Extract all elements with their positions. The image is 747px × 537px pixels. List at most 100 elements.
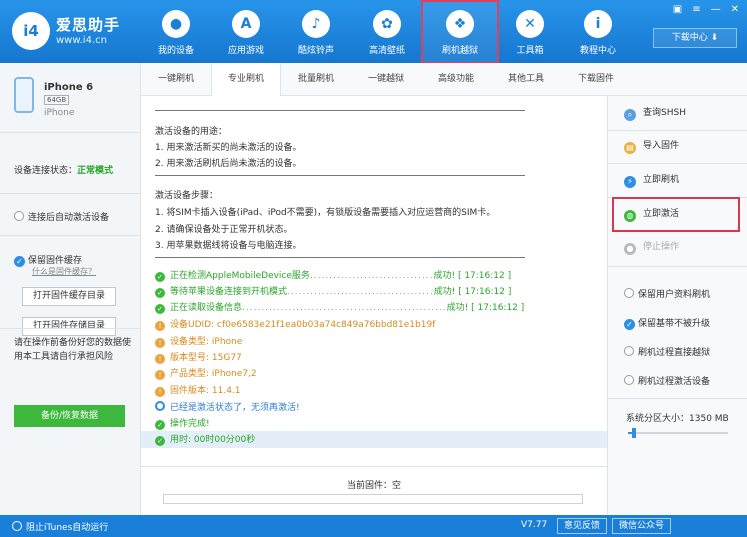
partition-slider[interactable] [628, 428, 728, 438]
globe-icon: ◍ [624, 210, 636, 222]
radio-icon[interactable] [12, 521, 22, 531]
flower-icon: ✿ [373, 10, 401, 38]
device-model: iPhone [44, 108, 75, 118]
connection-status: 设备连接状态：正常模式 [14, 163, 113, 176]
tab-pro-flash[interactable]: 专业刷机 [211, 63, 281, 97]
log-line: ! 版本型号: 15G77 [155, 350, 242, 366]
tab-advanced[interactable]: 高级功能 [421, 63, 491, 96]
log-line: ✓ 用时: 00时00分00秒 [155, 432, 255, 448]
keep-cache-option[interactable]: ✓ 保留固件缓存 [14, 253, 82, 267]
step-line: 2. 请确保设备处于正常开机状态。 [155, 225, 293, 235]
nav-label: 刷机越狱 [441, 46, 478, 56]
close-icon[interactable]: ✕ [731, 4, 739, 15]
tab-other-tools[interactable]: 其他工具 [491, 63, 561, 96]
lightning-icon: ⚡ [624, 176, 636, 188]
log-line: ! 固件版本: 11.4.1 [155, 383, 241, 399]
divider [155, 175, 525, 176]
log-line: 已经是激活状态了，无须再激活! [155, 400, 300, 416]
cache-help-link[interactable]: 什么是固件缓存？ [32, 266, 96, 277]
import-firmware-button[interactable]: ▤ 导入固件 [624, 139, 679, 154]
info-icon: ! [155, 354, 165, 364]
divider [608, 163, 747, 164]
nav-my-device[interactable]: ● 我的设备 [142, 8, 210, 60]
divider [608, 130, 747, 131]
option-keep-baseband[interactable]: ✓ 保留基带不被升级 [624, 316, 710, 330]
nav-flash-jailbreak[interactable]: ❖ 刷机越狱 [421, 0, 499, 64]
tab-one-click-jailbreak[interactable]: 一键越狱 [351, 63, 421, 96]
nav-label: 工具箱 [516, 46, 544, 56]
search-icon: ⌕ [624, 109, 636, 121]
log-line: ✓ 正在检测AppleMobileDevice服务................… [155, 268, 511, 284]
log-line: ! 设备类型: iPhone [155, 334, 242, 350]
info-icon: ! [155, 370, 165, 380]
radio-icon[interactable] [14, 211, 24, 221]
partition-size: 系统分区大小：1350 MB [626, 414, 729, 424]
minimize-icon[interactable]: — [711, 4, 721, 15]
nav-toolbox[interactable]: ✕ 工具箱 [496, 8, 564, 60]
auto-activate-label: 连接后自动激活设备 [28, 213, 110, 223]
stop-icon: ● [624, 243, 636, 255]
radio-icon[interactable] [624, 288, 634, 298]
stop-button[interactable]: ● 停止操作 [624, 240, 679, 255]
backup-warning: 请在操作前备份好您的数据使用本工具请自行承担风险 [14, 338, 132, 362]
success-icon: ✓ [155, 436, 165, 446]
info-icon: ! [155, 321, 165, 331]
success-icon: ✓ [155, 420, 165, 430]
apple-icon: ● [162, 10, 190, 38]
step-line: 3. 用苹果数据线将设备与电脑连接。 [155, 241, 302, 251]
nav-wallpapers[interactable]: ✿ 高清壁纸 [353, 8, 421, 60]
flash-now-button[interactable]: ⚡ 立即刷机 [624, 173, 679, 188]
app-store-icon: A [232, 10, 260, 38]
option-keep-user-data[interactable]: 保留用户资料刷机 [624, 287, 710, 300]
check-icon[interactable]: ✓ [624, 319, 635, 330]
divider [155, 110, 525, 111]
step-line: 1. 将SIM卡插入设备(iPad、iPod不需要)，有锁版设备需要插入对应运营… [155, 208, 496, 218]
bell-icon: ♪ [302, 10, 330, 38]
block-itunes-option[interactable]: 阻止iTunes自动运行 [12, 520, 108, 533]
device-capacity: 64GB [44, 95, 70, 105]
tab-batch-flash[interactable]: 批量刷机 [281, 63, 351, 96]
divider [608, 398, 747, 399]
tools-icon: ✕ [516, 10, 544, 38]
menu-icon[interactable]: ≡ [692, 4, 700, 15]
backup-restore-button[interactable]: 备份/恢复数据 [14, 405, 125, 427]
slider-handle[interactable] [632, 428, 636, 438]
activate-now-button[interactable]: ◍ 立即激活 [624, 207, 679, 222]
query-shsh-button[interactable]: ⌕ 查询SHSH [624, 106, 686, 121]
status-bar: 阻止iTunes自动运行 V7.77 意见反馈 微信公众号 [0, 515, 747, 537]
info-icon: ! [155, 387, 165, 397]
purpose-title: 激活设备的用途： [155, 127, 228, 137]
nav-label: 高清壁纸 [368, 46, 405, 56]
check-icon[interactable]: ✓ [14, 256, 25, 267]
nav-apps-games[interactable]: A 应用游戏 [212, 8, 280, 60]
skin-icon[interactable]: ▣ [673, 4, 682, 15]
dropbox-icon: ❖ [446, 10, 474, 38]
steps-title: 激活设备步骤： [155, 191, 219, 201]
success-icon: ✓ [155, 288, 165, 298]
radio-icon[interactable] [624, 346, 634, 356]
tab-download-firmware[interactable]: 下载固件 [561, 63, 631, 96]
log-line: ! 设备UDID: cf0e6583e21f1ea0b03a74c849a76bb… [155, 317, 435, 333]
wechat-button[interactable]: 微信公众号 [612, 518, 672, 534]
phone-icon [14, 77, 34, 113]
divider [0, 193, 141, 194]
open-store-dir-button[interactable]: 打开固件存储目录 [22, 317, 116, 336]
divider [0, 328, 141, 329]
feedback-button[interactable]: 意见反馈 [557, 518, 608, 534]
download-center-button[interactable]: 下载中心 ⬇ [653, 28, 737, 48]
auto-activate-option[interactable]: 连接后自动激活设备 [14, 210, 109, 223]
info-icon: ! [155, 338, 165, 348]
nav-label: 教程中心 [579, 46, 616, 56]
option-activate[interactable]: 刷机过程激活设备 [624, 374, 710, 387]
open-cache-dir-button[interactable]: 打开固件缓存目录 [22, 287, 116, 306]
nav-tutorials[interactable]: i 教程中心 [564, 8, 632, 60]
tab-one-click-flash[interactable]: 一键刷机 [141, 63, 211, 96]
option-jailbreak[interactable]: 刷机过程直接越狱 [624, 345, 710, 358]
info-icon: i [584, 10, 612, 38]
nav-ringtones[interactable]: ♪ 酷炫铃声 [282, 8, 350, 60]
radio-icon[interactable] [624, 375, 634, 385]
notice-icon [155, 401, 165, 411]
activation-log-panel: 激活设备的用途： 1. 用来激活新买的尚未激活的设备。 2. 用来激活刷机后尚未… [141, 96, 607, 515]
log-line: ✓ 等待苹果设备连接到开机模式..........................… [155, 284, 511, 300]
device-card: iPhone 6 64GB iPhone [0, 63, 141, 133]
